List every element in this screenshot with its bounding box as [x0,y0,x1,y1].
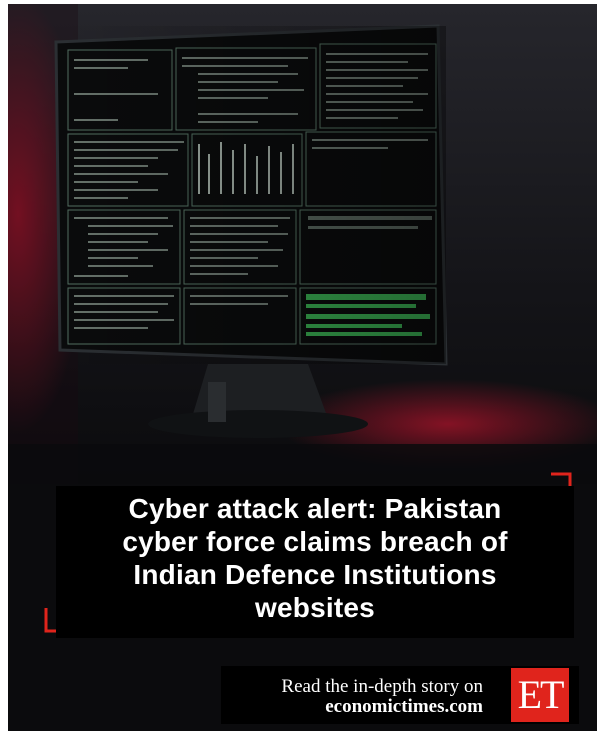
news-card: Cyber attack alert: Pakistan cyber force… [8,4,597,731]
story-link-footer[interactable]: Read the in-depth story on economictimes… [221,666,579,724]
headline-box: Cyber attack alert: Pakistan cyber force… [56,486,574,638]
headline-line: websites [255,592,375,623]
hero-image-computer-screen [8,4,597,484]
headline: Cyber attack alert: Pakistan cyber force… [56,492,574,624]
headline-line: Cyber attack alert: Pakistan [128,493,502,524]
et-logo: ET [511,668,569,722]
site-link[interactable]: economictimes.com [325,696,483,718]
headline-line: Indian Defence Institutions [133,559,497,590]
headline-line: cyber force claims breach of [122,526,508,557]
read-story-text: Read the in-depth story on [281,676,483,697]
